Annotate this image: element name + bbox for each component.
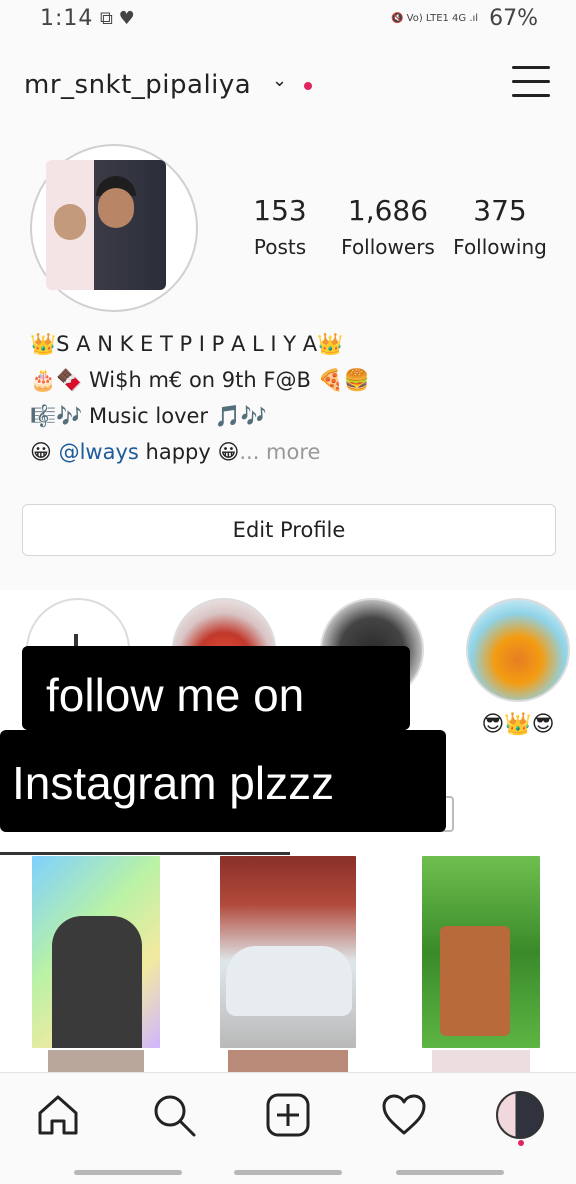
post-thumbnail[interactable] — [422, 856, 540, 1048]
status-right: 🔇 Vo) LTE1 4G .ıl 67% — [391, 6, 538, 31]
search-icon[interactable] — [150, 1091, 198, 1139]
account-switcher-username[interactable]: mr_snkt_pipaliya — [24, 70, 251, 100]
followers-number: 1,686 — [347, 194, 429, 227]
avatar-image — [46, 160, 166, 290]
overlay-caption-line-1: follow me on — [22, 646, 410, 730]
bio-line-3: 🎼🎶 Music lover 🎵🎶 — [30, 404, 268, 428]
posts-number: 153 — [253, 194, 307, 227]
followers-label: Followers — [341, 235, 435, 259]
post-thumbnail[interactable] — [432, 1050, 530, 1072]
bio-line-1: 👑S A N K E T P I P A L I Y A👑 — [30, 332, 344, 356]
status-time: 1:14 — [40, 6, 94, 31]
status-bar: 1:14 ⧉ ♥ 🔇 Vo) LTE1 4G .ıl 67% — [0, 0, 576, 40]
bio-line-2: 🎂🍫 Wi$h m€ on 9th F@B 🍕🍔 — [30, 368, 370, 392]
home-icon[interactable] — [34, 1091, 82, 1139]
add-icon[interactable] — [264, 1091, 312, 1139]
notification-dot — [304, 82, 312, 90]
post-thumbnail[interactable] — [228, 1050, 348, 1072]
status-left-icons: ⧉ ♥ — [100, 8, 135, 29]
followers-count[interactable]: 1,686 Followers — [336, 194, 440, 259]
post-thumbnail[interactable] — [32, 856, 160, 1048]
post-thumbnail[interactable] — [220, 856, 356, 1048]
battery-label: 67% — [489, 6, 538, 31]
bio-line-4: 😀 @lways happy 😀... more — [30, 434, 370, 470]
following-number: 375 — [473, 194, 527, 227]
bio-text: happy 😀 — [138, 440, 240, 464]
menu-icon[interactable] — [512, 66, 550, 100]
following-label: Following — [453, 235, 547, 259]
posts-label: Posts — [253, 235, 307, 259]
posts-count[interactable]: 153 Posts — [248, 194, 312, 259]
bio-more-link[interactable]: ... more — [239, 440, 320, 464]
network-icons: 🔇 Vo) LTE1 4G .ıl — [391, 13, 479, 24]
overlay-caption-line-2: Instagram plzzz — [0, 730, 446, 832]
profile-header: mr_snkt_pipaliya ⌄ — [0, 40, 576, 130]
bio-emoji: 😀 — [30, 440, 52, 464]
system-gesture-bar — [0, 1162, 576, 1184]
bio-mention-link[interactable]: @lways — [59, 440, 139, 464]
edit-profile-button[interactable]: Edit Profile — [22, 504, 556, 556]
post-grid — [0, 856, 576, 1072]
chevron-down-icon[interactable]: ⌄ — [272, 70, 287, 91]
profile-icon[interactable] — [496, 1091, 544, 1139]
profile-notification-dot — [518, 1140, 524, 1146]
bottom-navigation — [0, 1072, 576, 1162]
heart-icon[interactable] — [380, 1091, 428, 1139]
post-thumbnail[interactable] — [48, 1050, 144, 1072]
grid-tab-indicator — [0, 852, 290, 855]
highlight-label: 😎👑😎 — [481, 712, 555, 737]
highlight-item[interactable] — [466, 598, 570, 702]
following-count[interactable]: 375 Following — [448, 194, 552, 259]
bio: 👑S A N K E T P I P A L I Y A👑 🎂🍫 Wi$h m€… — [30, 326, 370, 470]
